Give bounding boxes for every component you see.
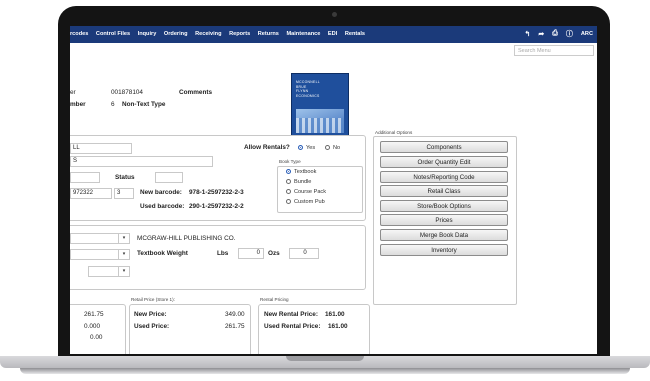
status-field[interactable] (155, 172, 183, 183)
nav-item-maintenance[interactable]: Maintenance (286, 31, 320, 37)
back-arrow-icon[interactable]: ↰ (525, 30, 531, 38)
new-barcode-value: 978-1-2597232-2-3 (189, 189, 244, 196)
subcategory-select[interactable]: ▾ (88, 266, 130, 277)
ozs-field[interactable]: 0 (289, 248, 319, 259)
status-label: Status (115, 174, 135, 181)
chevron-down-icon: ▾ (118, 267, 129, 276)
chevron-down-icon: ▾ (118, 250, 129, 259)
nav-item-ordering[interactable]: Ordering (164, 31, 188, 37)
item-number-value: 001878104 (111, 89, 143, 96)
laptop-base-shadow (20, 368, 630, 374)
book-type-textbook[interactable]: Textbook (286, 169, 316, 175)
nav-item-control-files[interactable]: Control Files (96, 31, 130, 37)
order-quantity-edit-button[interactable]: Order Quantity Edit (380, 156, 508, 168)
edition-value: 6 (111, 101, 115, 108)
book-type-course-pack[interactable]: Course Pack (286, 189, 326, 195)
radio-empty-icon (286, 179, 291, 184)
new-price-label: New Price: (134, 311, 167, 318)
user-label[interactable]: ARC (581, 31, 593, 37)
merge-book-data-button[interactable]: Merge Book Data (380, 229, 508, 241)
store-book-options-button[interactable]: Store/Book Options (380, 200, 508, 212)
nav-item-barcodes[interactable]: rcodes (70, 31, 88, 37)
book-type-bundle[interactable]: Bundle (286, 179, 311, 185)
nav-item-rentals[interactable]: Rentals (345, 31, 365, 37)
used-rental-price-value: 161.00 (328, 323, 348, 330)
new-barcode-label: New barcode: (140, 189, 182, 196)
nav-toolbar: ↰ ➦ ⎙ ⓘ ARC (525, 29, 593, 39)
lbs-field[interactable]: 0 (238, 248, 264, 259)
additional-options-title: Additional Options (375, 130, 413, 135)
radio-empty-icon (325, 145, 330, 150)
retail-price-title: Retail Price (Store 1): (131, 297, 175, 302)
author-field[interactable]: LL (70, 143, 132, 154)
nav-item-inquiry[interactable]: Inquiry (138, 31, 157, 37)
ozs-label: Ozs (268, 250, 280, 257)
field-empty-1[interactable] (70, 172, 100, 183)
book-type-custom-pub[interactable]: Custom Pub (286, 199, 325, 205)
share-arrow-icon[interactable]: ➦ (538, 30, 544, 38)
textbook-weight-label: Textbook Weight (137, 250, 188, 257)
prices-button[interactable]: Prices (380, 214, 508, 226)
nav-item-edi[interactable]: EDI (328, 31, 337, 37)
new-rental-price-label: New Rental Price: (264, 311, 318, 318)
left-price-3: 0.00 (90, 334, 103, 341)
left-price-2: 0.000 (84, 323, 100, 330)
rental-pricing-title: Rental Pricing (260, 297, 289, 302)
comments-label: Comments (179, 89, 213, 96)
rental-yes-radio[interactable]: Yes (298, 145, 315, 151)
notes-reporting-code-button[interactable]: Notes/Reporting Code (380, 171, 508, 183)
nav-item-reports[interactable]: Reports (229, 31, 250, 37)
publisher-name: MCGRAW-HILL PUBLISHING CO. (137, 235, 236, 242)
components-button[interactable]: Components (380, 141, 508, 153)
cover-grid-art (296, 118, 344, 133)
item-number-label: er (70, 89, 76, 96)
nav-item-returns[interactable]: Returns (258, 31, 279, 37)
new-rental-price-value: 161.00 (325, 311, 345, 318)
info-icon[interactable]: ⓘ (566, 29, 573, 39)
print-icon[interactable]: ⎙ (552, 30, 558, 38)
allow-rentals-label: Allow Rentals? (244, 144, 290, 151)
inventory-button[interactable]: Inventory (380, 244, 508, 256)
used-barcode-label: Used barcode: (140, 203, 185, 210)
item-type: Non-Text Type (122, 101, 166, 108)
lbs-label: Lbs (217, 250, 229, 257)
laptop-frame: rcodes Control Files Inquiry Ordering Re… (0, 0, 650, 381)
book-type-title: Book Type (279, 159, 301, 164)
used-rental-price-label: Used Rental Price: (264, 323, 321, 330)
search-menu-input[interactable]: Search Menu (514, 45, 594, 56)
used-price-value: 261.75 (225, 323, 245, 330)
radio-selected-icon (286, 169, 291, 174)
nav-menu: rcodes Control Files Inquiry Ordering Re… (70, 31, 371, 37)
category-select[interactable]: ▾ (70, 249, 130, 260)
edition-label: mber (70, 101, 86, 108)
radio-empty-icon (286, 189, 291, 194)
app-screen: rcodes Control Files Inquiry Ordering Re… (70, 26, 597, 354)
chevron-down-icon: ▾ (118, 234, 129, 243)
rental-no-radio[interactable]: No (325, 145, 340, 151)
used-price-label: Used Price: (134, 323, 170, 330)
top-navbar: rcodes Control Files Inquiry Ordering Re… (70, 26, 597, 43)
title-field[interactable]: S (70, 156, 213, 167)
retail-class-button[interactable]: Retail Class (380, 185, 508, 197)
radio-empty-icon (286, 199, 291, 204)
camera-icon (332, 12, 337, 17)
cover-text: MCCONNELL BRUE FLYNN ECONOMICS (296, 80, 320, 98)
radio-selected-icon (298, 145, 303, 150)
nav-item-receiving[interactable]: Receiving (195, 31, 221, 37)
book-cover-image: MCCONNELL BRUE FLYNN ECONOMICS (291, 73, 349, 138)
isbn-field[interactable]: 972322 (70, 188, 112, 199)
used-barcode-value: 290-1-2597232-2-2 (189, 203, 244, 210)
left-price-1: 261.75 (84, 311, 104, 318)
new-price-value: 349.00 (225, 311, 245, 318)
publisher-select[interactable]: ▾ (70, 233, 130, 244)
laptop-notch (286, 356, 364, 361)
copies-field[interactable]: 3 (114, 188, 134, 199)
